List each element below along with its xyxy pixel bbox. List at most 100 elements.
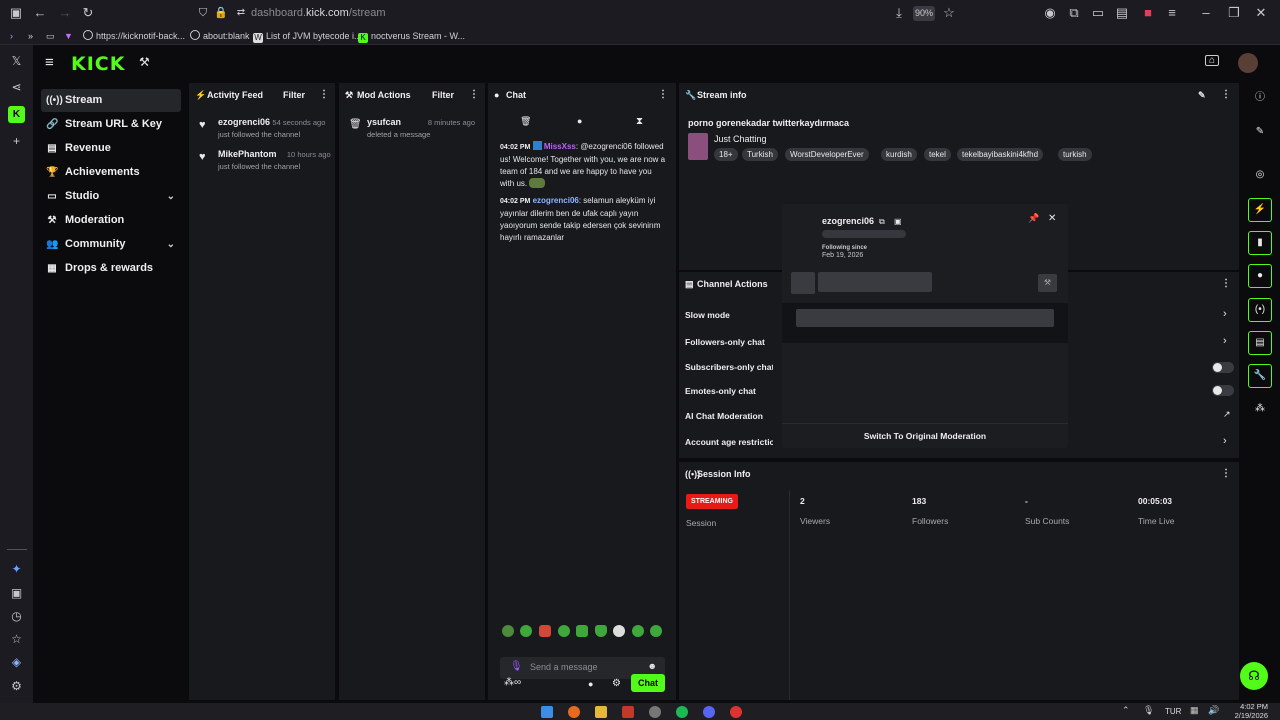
addon-icon[interactable]: ■ [1140, 5, 1156, 21]
emote-icon[interactable] [539, 625, 551, 637]
support-icon[interactable]: ☊ [1240, 662, 1268, 690]
emoji-icon[interactable]: ☻ [648, 661, 657, 671]
nav-drops-rewards[interactable]: ▦ Drops & rewards [41, 257, 181, 280]
stream-tag[interactable]: kurdish [881, 148, 917, 161]
firefox-icon[interactable] [568, 706, 580, 718]
stream-category[interactable]: Just Chatting [714, 134, 767, 144]
bookmark-4[interactable]: Knoctverus Stream - W... [358, 29, 465, 43]
trash-icon[interactable]: 🗑 [520, 116, 531, 127]
gavel-icon[interactable]: ⚒ [1038, 274, 1057, 292]
share-icon[interactable]: ⋖ [8, 79, 25, 96]
nav-stream-url-key[interactable]: 🔗 Stream URL & Key [41, 113, 181, 136]
stream-tag[interactable]: 18+ [714, 148, 738, 161]
hammer-icon[interactable]: ⚒ [139, 55, 150, 69]
more-icon[interactable]: ⋮ [658, 83, 668, 107]
pencil-icon[interactable]: ✎ [1248, 121, 1272, 145]
chat-bubble-icon[interactable]: ● [588, 679, 593, 689]
start-icon[interactable] [541, 706, 553, 718]
more-icon[interactable]: ⋮ [319, 83, 329, 107]
emote-icon[interactable] [558, 625, 570, 637]
gift-icon[interactable]: ⌂ [1205, 55, 1219, 66]
download-icon[interactable]: ⤓ [891, 5, 907, 21]
points-icon[interactable]: ⁂∞ [504, 677, 521, 688]
gear-icon[interactable]: ⚙ [612, 678, 621, 689]
address-bar[interactable]: dashboard.kick.com/stream [190, 3, 965, 24]
maximize-icon[interactable]: ❐ [1226, 5, 1242, 21]
follower-name[interactable]: MikePhantom [218, 149, 277, 159]
stream-tag[interactable]: turkish [1058, 148, 1092, 161]
category-thumbnail[interactable] [688, 133, 708, 160]
explorer-icon[interactable] [595, 706, 607, 718]
proton-icon[interactable]: ▼ [64, 29, 73, 43]
more-icon[interactable]: ⋮ [1221, 272, 1231, 296]
hourglass-icon[interactable]: ⧗ [636, 116, 643, 127]
ai-moderation-row[interactable]: AI Chat Moderation [685, 411, 763, 421]
copy-icon[interactable]: ⧉ [879, 217, 885, 227]
stream-tag[interactable]: Turkish [742, 148, 778, 161]
broadcast-icon[interactable]: (•) [1248, 298, 1272, 322]
followers-only-row[interactable]: Followers-only chat [685, 337, 765, 347]
settings-icon[interactable]: ⚙ [8, 678, 25, 695]
menu-icon[interactable]: ≡ [1164, 5, 1180, 21]
slow-mode-row[interactable]: Slow mode [685, 310, 730, 320]
kick-icon[interactable]: K [8, 106, 25, 123]
emote-icon[interactable] [520, 625, 532, 637]
emote-icon[interactable] [613, 625, 625, 637]
clock-icon[interactable]: ◷ [8, 608, 25, 625]
emotes-only-toggle[interactable] [1212, 385, 1234, 396]
nav-community[interactable]: 👥 Community ⌄ [41, 233, 181, 256]
document-icon[interactable]: ▮ [1248, 231, 1272, 255]
chevron-right-icon[interactable]: › [1223, 335, 1227, 347]
extension-icon[interactable]: ◉ [1042, 5, 1058, 21]
avatar[interactable] [1238, 53, 1258, 73]
filter-button[interactable]: Filter [432, 83, 454, 107]
session-icon[interactable]: ⁂ [1248, 398, 1272, 422]
zoom-level[interactable]: 90% [913, 6, 935, 21]
user-card-username[interactable]: ezogrenci06 [822, 216, 874, 226]
bookmarks-menu-icon[interactable]: › [10, 29, 13, 43]
settings-app-icon[interactable] [649, 706, 661, 718]
bookmark-3[interactable]: W List of JVM bytecode i... [253, 29, 362, 43]
lightning-icon[interactable]: ⚡ [1248, 198, 1272, 222]
edit-icon[interactable]: ✎ [1198, 83, 1206, 107]
stream-tag[interactable]: tekel [924, 148, 951, 161]
message-user[interactable]: MissXss [544, 142, 576, 151]
emote-icon[interactable] [595, 625, 607, 637]
emote-icon[interactable] [576, 625, 588, 637]
add-icon[interactable]: + [8, 133, 25, 150]
external-link-icon[interactable]: ↗ [1223, 409, 1231, 420]
back-icon[interactable]: ← [32, 5, 48, 21]
pin-icon[interactable]: 📌 [1028, 213, 1039, 224]
close-icon[interactable]: ✕ [1048, 213, 1056, 224]
language-indicator[interactable]: TUR [1165, 707, 1181, 716]
account-age-row[interactable]: Account age restriction [685, 437, 773, 447]
sidebar-toggle-icon[interactable]: ▣ [8, 5, 24, 21]
follower-name[interactable]: ezogrenci06 [218, 117, 270, 127]
x-icon[interactable]: 𝕏 [8, 53, 25, 70]
container-icon[interactable]: ▭ [1090, 5, 1106, 21]
nav-revenue[interactable]: ▤ Revenue [41, 137, 181, 160]
nav-achievements[interactable]: 🏆 Achievements [41, 161, 181, 184]
chevron-up-icon[interactable]: ⌃ [1122, 705, 1130, 716]
chevron-right-icon[interactable]: › [1223, 308, 1227, 320]
mic-icon[interactable]: 🎙 [1143, 705, 1154, 716]
moderator-name[interactable]: ysufcan [367, 117, 401, 127]
folder-icon[interactable]: ▭ [46, 29, 55, 43]
chat-bubble-icon[interactable]: ● [577, 116, 582, 126]
network-icon[interactable]: ▦ [1190, 705, 1199, 716]
more-icon[interactable]: ⋮ [1221, 83, 1231, 107]
chevron-right-icon[interactable]: › [1223, 435, 1227, 447]
shield-app-icon[interactable]: ◈ [8, 654, 25, 671]
app-icon[interactable] [622, 706, 634, 718]
emote-icon[interactable] [632, 625, 644, 637]
nav-stream[interactable]: ((•)) Stream [41, 89, 181, 112]
subscribers-only-toggle[interactable] [1212, 362, 1234, 373]
overflow-icon[interactable]: » [28, 29, 33, 43]
more-icon[interactable]: ⋮ [469, 83, 479, 107]
mic-icon[interactable]: 🎙 [510, 661, 523, 672]
minimize-icon[interactable]: – [1198, 5, 1214, 21]
message-user[interactable]: ezogrenci06 [533, 196, 579, 205]
profile-icon[interactable]: ▣ [894, 217, 902, 226]
hamburger-icon[interactable]: ≡ [45, 54, 54, 71]
close-window-icon[interactable]: ✕ [1253, 5, 1269, 21]
